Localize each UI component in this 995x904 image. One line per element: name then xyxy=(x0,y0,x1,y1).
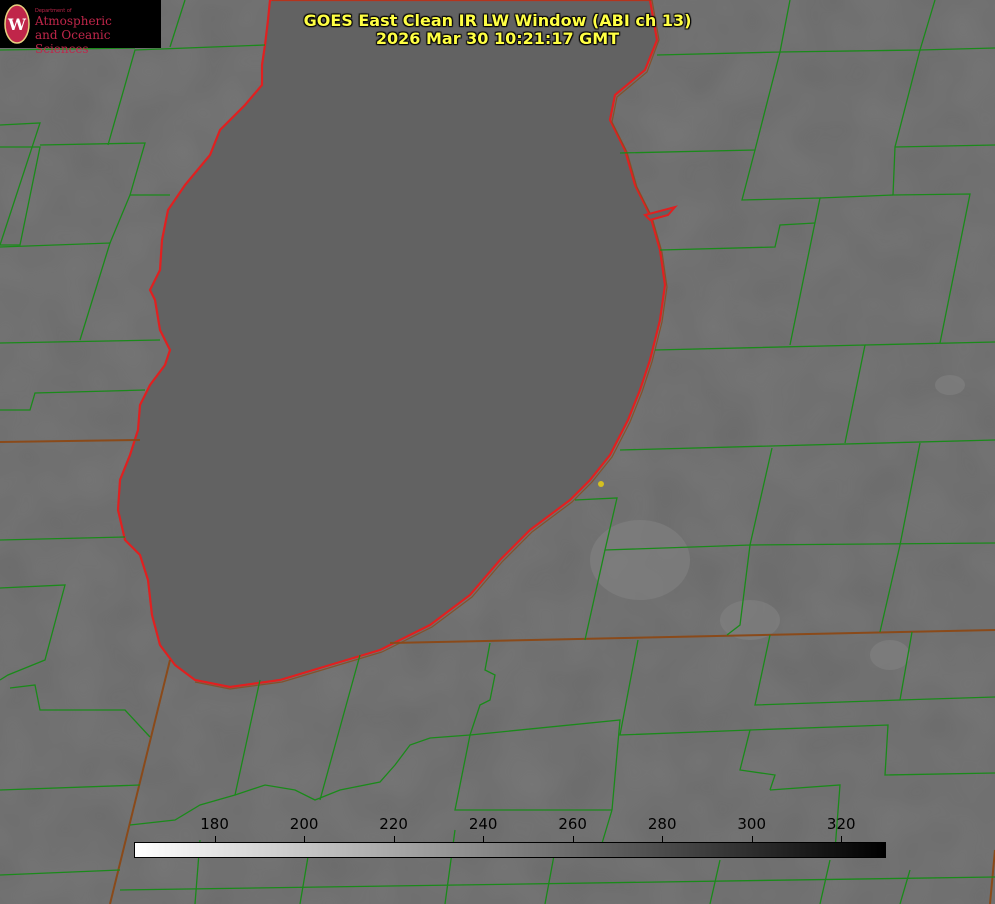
image-title: GOES East Clean IR LW Window (ABI ch 13)… xyxy=(0,12,995,48)
colorbar-tick-mark xyxy=(483,836,485,842)
colorbar-tick-label: 320 xyxy=(826,815,856,833)
colorbar xyxy=(134,842,886,858)
colorbar-tick-mark xyxy=(751,836,753,842)
colorbar-tick-label: 240 xyxy=(468,815,498,833)
colorbar-tick-mark xyxy=(841,836,843,842)
colorbar-tick-mark xyxy=(393,836,395,842)
colorbar-tick-label: 300 xyxy=(737,815,767,833)
colorbar-tick-mark xyxy=(662,836,664,842)
colorbar-tick-mark xyxy=(304,836,306,842)
city-marker xyxy=(598,481,604,487)
colorbar-tick-label: 280 xyxy=(647,815,677,833)
colorbar-tick-label: 220 xyxy=(379,815,408,833)
title-timestamp: 2026 Mar 30 10:21:17 GMT xyxy=(375,29,620,48)
colorbar-tick-label: 180 xyxy=(200,815,229,833)
satellite-map xyxy=(0,0,995,904)
title-line1: GOES East Clean IR LW Window (ABI ch 13) xyxy=(303,11,692,30)
colorbar-tick-mark xyxy=(214,836,216,842)
colorbar-tick-label: 260 xyxy=(558,815,587,833)
colorbar-tick-mark xyxy=(572,836,574,842)
colorbar-tick-label: 200 xyxy=(289,815,319,833)
